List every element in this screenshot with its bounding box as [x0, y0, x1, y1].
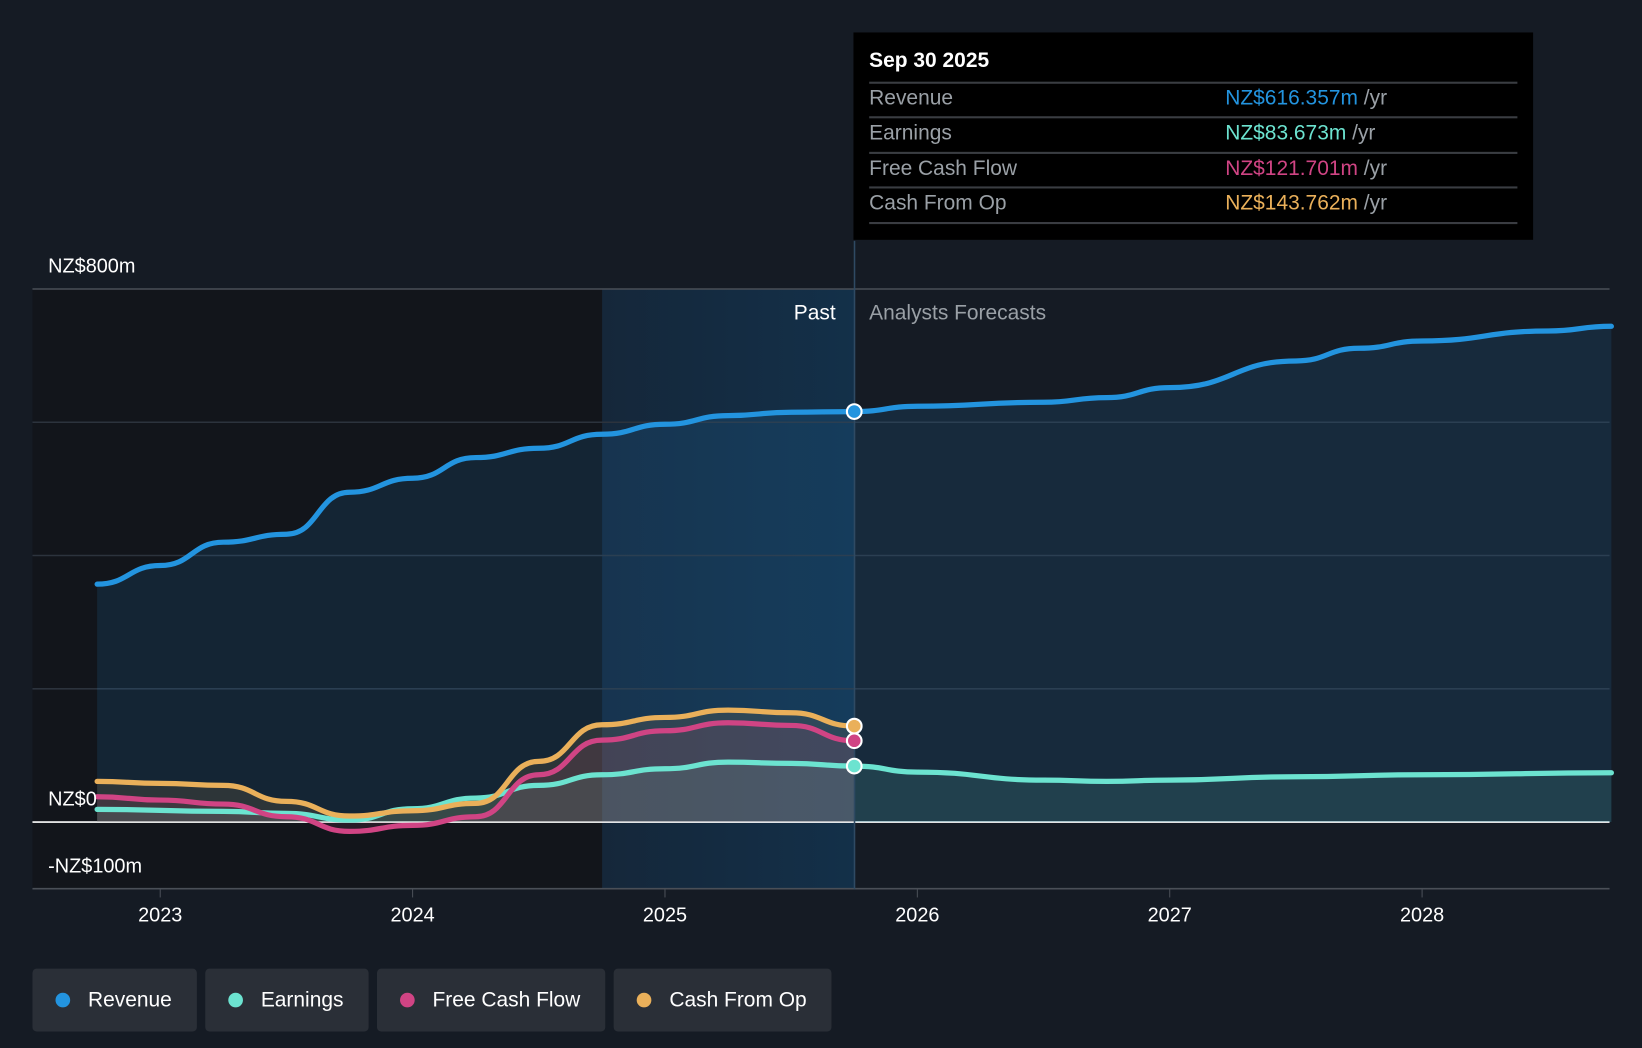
revenue-marker: [845, 403, 863, 420]
earnings-dot-icon: [228, 992, 244, 1008]
tooltip-label: Cash From Op: [869, 191, 1007, 215]
chart-stage: Past Analysts Forecasts NZ$800m NZ$0 -NZ…: [0, 0, 1642, 1048]
tooltip-value: NZ$616.357m: [1225, 86, 1358, 110]
legend-fcf-button[interactable]: Free Cash Flow: [376, 968, 606, 1032]
x-tick-label: 2028: [1400, 905, 1444, 927]
fcf-dot-icon: [400, 992, 415, 1008]
tooltip-label: Revenue: [869, 86, 954, 110]
legend-revenue-button[interactable]: Revenue: [32, 968, 197, 1032]
tooltip-label: Free Cash Flow: [869, 157, 1017, 181]
legend-label: Cash From Op: [669, 988, 807, 1012]
legend-label: Revenue: [87, 988, 172, 1012]
tooltip-divider: [869, 222, 1518, 225]
tooltip-unit: /yr: [1363, 157, 1388, 181]
x-tick-label: 2024: [390, 905, 434, 927]
tooltip: Sep 30 2025 Revenue NZ$616.357m /yr Earni…: [853, 32, 1534, 240]
cash-from-op-marker: [845, 717, 863, 735]
legend-label: Earnings: [260, 988, 344, 1012]
revenue-dot-icon: [55, 992, 71, 1008]
tooltip-value: NZ$143.762m: [1225, 191, 1358, 215]
tooltip-row-cfo: Cash From Op NZ$143.762m /yr: [869, 186, 1518, 223]
x-tick-label: 2025: [643, 905, 687, 927]
earnings-marker: [845, 757, 863, 775]
legend: Revenue Earnings Free Cash Flow Cash Fro…: [32, 968, 832, 1032]
cfo-dot-icon: [636, 992, 652, 1008]
tooltip-unit: /yr: [1363, 86, 1388, 110]
past-label: Past: [794, 301, 836, 324]
forecast-label: Analysts Forecasts: [869, 301, 1046, 324]
legend-label: Free Cash Flow: [432, 988, 581, 1012]
tooltip-row-fcf: Free Cash Flow NZ$121.701m /yr: [869, 151, 1518, 189]
tooltip-unit: /yr: [1352, 121, 1376, 145]
y-tick-label: NZ$800m: [48, 255, 135, 277]
x-tick-label: 2026: [895, 905, 939, 927]
tooltip-unit: /yr: [1363, 191, 1388, 215]
x-tick-label: 2023: [138, 905, 182, 927]
tooltip-value: NZ$121.701m: [1225, 157, 1358, 181]
free-cash-flow-marker: [845, 732, 863, 750]
tooltip-row-revenue: Revenue NZ$616.357m /yr: [869, 81, 1518, 119]
x-tick-label: 2027: [1148, 905, 1192, 927]
tooltip-value: NZ$83.673m: [1225, 121, 1347, 145]
y-tick-label: -NZ$100m: [48, 855, 142, 877]
tooltip-row-earnings: Earnings NZ$83.673m /yr: [869, 116, 1518, 153]
tooltip-date: Sep 30 2025: [869, 49, 990, 73]
legend-earnings-button[interactable]: Earnings: [205, 968, 369, 1032]
legend-cfo-button[interactable]: Cash From Op: [613, 968, 832, 1032]
y-tick-label: NZ$0: [48, 788, 97, 810]
tooltip-label: Earnings: [869, 121, 952, 145]
